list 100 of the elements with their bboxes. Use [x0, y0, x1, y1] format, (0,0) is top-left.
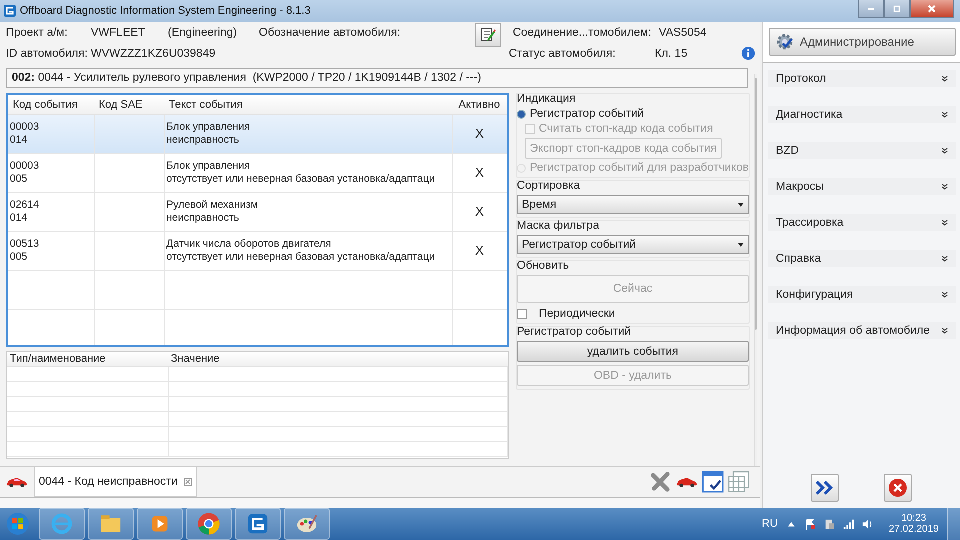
- table-cell: X: [475, 166, 484, 179]
- app-icon: [4, 5, 16, 17]
- edit-button[interactable]: [475, 22, 501, 46]
- group-label: Регистратор событий: [517, 326, 632, 338]
- group-label: Индикация: [517, 93, 577, 105]
- clock-date[interactable]: 27.02.2019: [888, 524, 939, 535]
- event-row[interactable]: 00003 005 Блок управления отсутствует или неверная базовая установка/адаптаци X: [8, 154, 507, 192]
- checkbox-label: Считать стоп-кадр кода события: [539, 123, 714, 135]
- administration-button[interactable]: Администрирование: [769, 28, 956, 56]
- window-check-icon[interactable]: [702, 471, 724, 493]
- sidebar-section[interactable]: Трассировка: [768, 214, 956, 231]
- expand-icon[interactable]: [942, 184, 948, 190]
- field-value: Кл. 15: [655, 48, 689, 60]
- dropdown[interactable]: Время: [517, 195, 749, 214]
- option-label: Регистратор событий: [530, 108, 644, 120]
- notepad-pencil-icon: [480, 26, 496, 42]
- field-label: ID автомобиля:: [6, 48, 89, 60]
- table-cell: X: [475, 127, 484, 140]
- sidebar-section[interactable]: Конфигурация: [768, 286, 956, 303]
- sidebar-section[interactable]: Информация об автомобиле: [768, 322, 956, 339]
- radio-option[interactable]: Регистратор событий: [517, 108, 749, 120]
- table-cell: Блок управления отсутствует или неверная базовая установка/адаптаци: [166, 160, 436, 186]
- field-label: Статус автомобиля:: [509, 48, 617, 60]
- speaker-icon[interactable]: [862, 518, 873, 530]
- close-button[interactable]: [910, 0, 954, 18]
- table-cell: Блок управления неисправность: [166, 121, 250, 147]
- minimize-icon: [868, 8, 874, 10]
- action-button[interactable]: удалить события: [517, 341, 749, 362]
- group-label: Сортировка: [517, 180, 582, 192]
- group-label: Обновить: [517, 260, 570, 272]
- field-value: (Engineering): [168, 26, 238, 38]
- table-cell: 02614 014: [10, 199, 40, 225]
- module-title: 002: 0044 - Усилитель рулевого управления (KWP2000 / TP20 / 1K1909144B / 1302 / ---): [6, 68, 748, 88]
- expand-icon[interactable]: [942, 328, 948, 334]
- field-label: Соединение...томобилем:: [513, 26, 653, 38]
- double-chevron-icon: [815, 480, 835, 496]
- expand-icon[interactable]: [942, 112, 948, 118]
- caret-icon: [738, 202, 744, 206]
- checkbox-label: Периодически: [539, 308, 616, 320]
- tab-label: 0044 - Код неисправности: [39, 476, 178, 488]
- field-value: VWFLEET: [91, 26, 146, 38]
- table-cell: 00003 014: [10, 121, 40, 147]
- close-icon[interactable]: [184, 478, 192, 486]
- expand-icon[interactable]: [942, 256, 948, 262]
- show-desktop-button[interactable]: [947, 508, 960, 540]
- window-title: Offboard Diagnostic Information System Engineering - 8.1.3: [20, 5, 311, 17]
- field-value: VAS5054: [659, 26, 707, 38]
- field-label: Проект а/м:: [6, 26, 69, 38]
- signal-icon[interactable]: [842, 518, 854, 530]
- device-icon[interactable]: [824, 518, 835, 530]
- table-cell: 00513 005: [10, 238, 40, 264]
- section-label: Макросы: [776, 180, 824, 192]
- field-value: WVWZZZ1KZ6U039849: [91, 48, 217, 60]
- close-icon: [888, 478, 908, 498]
- sidebar-section[interactable]: Диагностика: [768, 106, 956, 123]
- maximize-icon: [892, 4, 902, 14]
- dropdown-value: Время: [522, 198, 557, 210]
- language-indicator[interactable]: RU: [762, 518, 778, 530]
- section-label: Протокол: [776, 72, 826, 84]
- table-cell: Датчик числа оборотов двигателя отсутствует или неверная базовая установка/адаптаци: [166, 238, 436, 264]
- radio-button[interactable]: [517, 110, 526, 118]
- maximize-button[interactable]: [884, 0, 910, 18]
- column-header[interactable]: Значение: [168, 352, 508, 366]
- column-header[interactable]: Тип/наименование: [7, 352, 168, 366]
- expand-icon[interactable]: [942, 220, 948, 226]
- dropdown-value: Регистратор событий: [522, 238, 636, 250]
- sidebar-section[interactable]: Протокол: [768, 70, 956, 87]
- exit-button[interactable]: [884, 474, 912, 502]
- expand-icon[interactable]: [942, 148, 948, 154]
- section-label: Диагностика: [776, 108, 843, 120]
- forward-button[interactable]: [811, 474, 839, 502]
- section-label: BZD: [776, 144, 799, 156]
- group-label: Маска фильтра: [517, 220, 600, 232]
- info-icon[interactable]: [741, 46, 756, 61]
- caret-icon: [738, 242, 744, 246]
- sidebar-section[interactable]: Справка: [768, 250, 956, 267]
- document-tab[interactable]: 0044 - Код неисправности: [34, 467, 197, 497]
- field-label: Обозначение автомобиля:: [259, 26, 402, 38]
- event-row[interactable]: 02614 014 Рулевой механизм неисправность X: [8, 192, 507, 232]
- sidebar-section[interactable]: BZD: [768, 142, 956, 159]
- section-label: Справка: [776, 252, 822, 264]
- event-row[interactable]: 00513 005 Датчик числа оборотов двигателя отсутствует или неверная базовая установка/адаптаци X: [8, 232, 507, 270]
- section-label: Информация об автомобиле: [776, 324, 930, 336]
- sidebar-section[interactable]: Макросы: [768, 178, 956, 195]
- scrollbar[interactable]: [754, 74, 757, 466]
- flag-icon[interactable]: [804, 518, 816, 530]
- close-icon: [927, 4, 937, 14]
- section-label: Конфигурация: [776, 288, 854, 300]
- section-label: Трассировка: [776, 216, 844, 228]
- expand-icon[interactable]: [942, 76, 948, 82]
- table-cell: X: [475, 244, 484, 257]
- dropdown[interactable]: Регистратор событий: [517, 235, 749, 254]
- checkbox[interactable]: [517, 309, 527, 319]
- app-icon[interactable]: [235, 508, 281, 540]
- table-cell: X: [475, 205, 484, 218]
- clock-time[interactable]: 10:23: [901, 513, 926, 524]
- expand-icon[interactable]: [942, 292, 948, 298]
- gear-check-icon: [776, 33, 794, 51]
- paint-icon[interactable]: [284, 508, 330, 540]
- minimize-button[interactable]: [858, 0, 884, 18]
